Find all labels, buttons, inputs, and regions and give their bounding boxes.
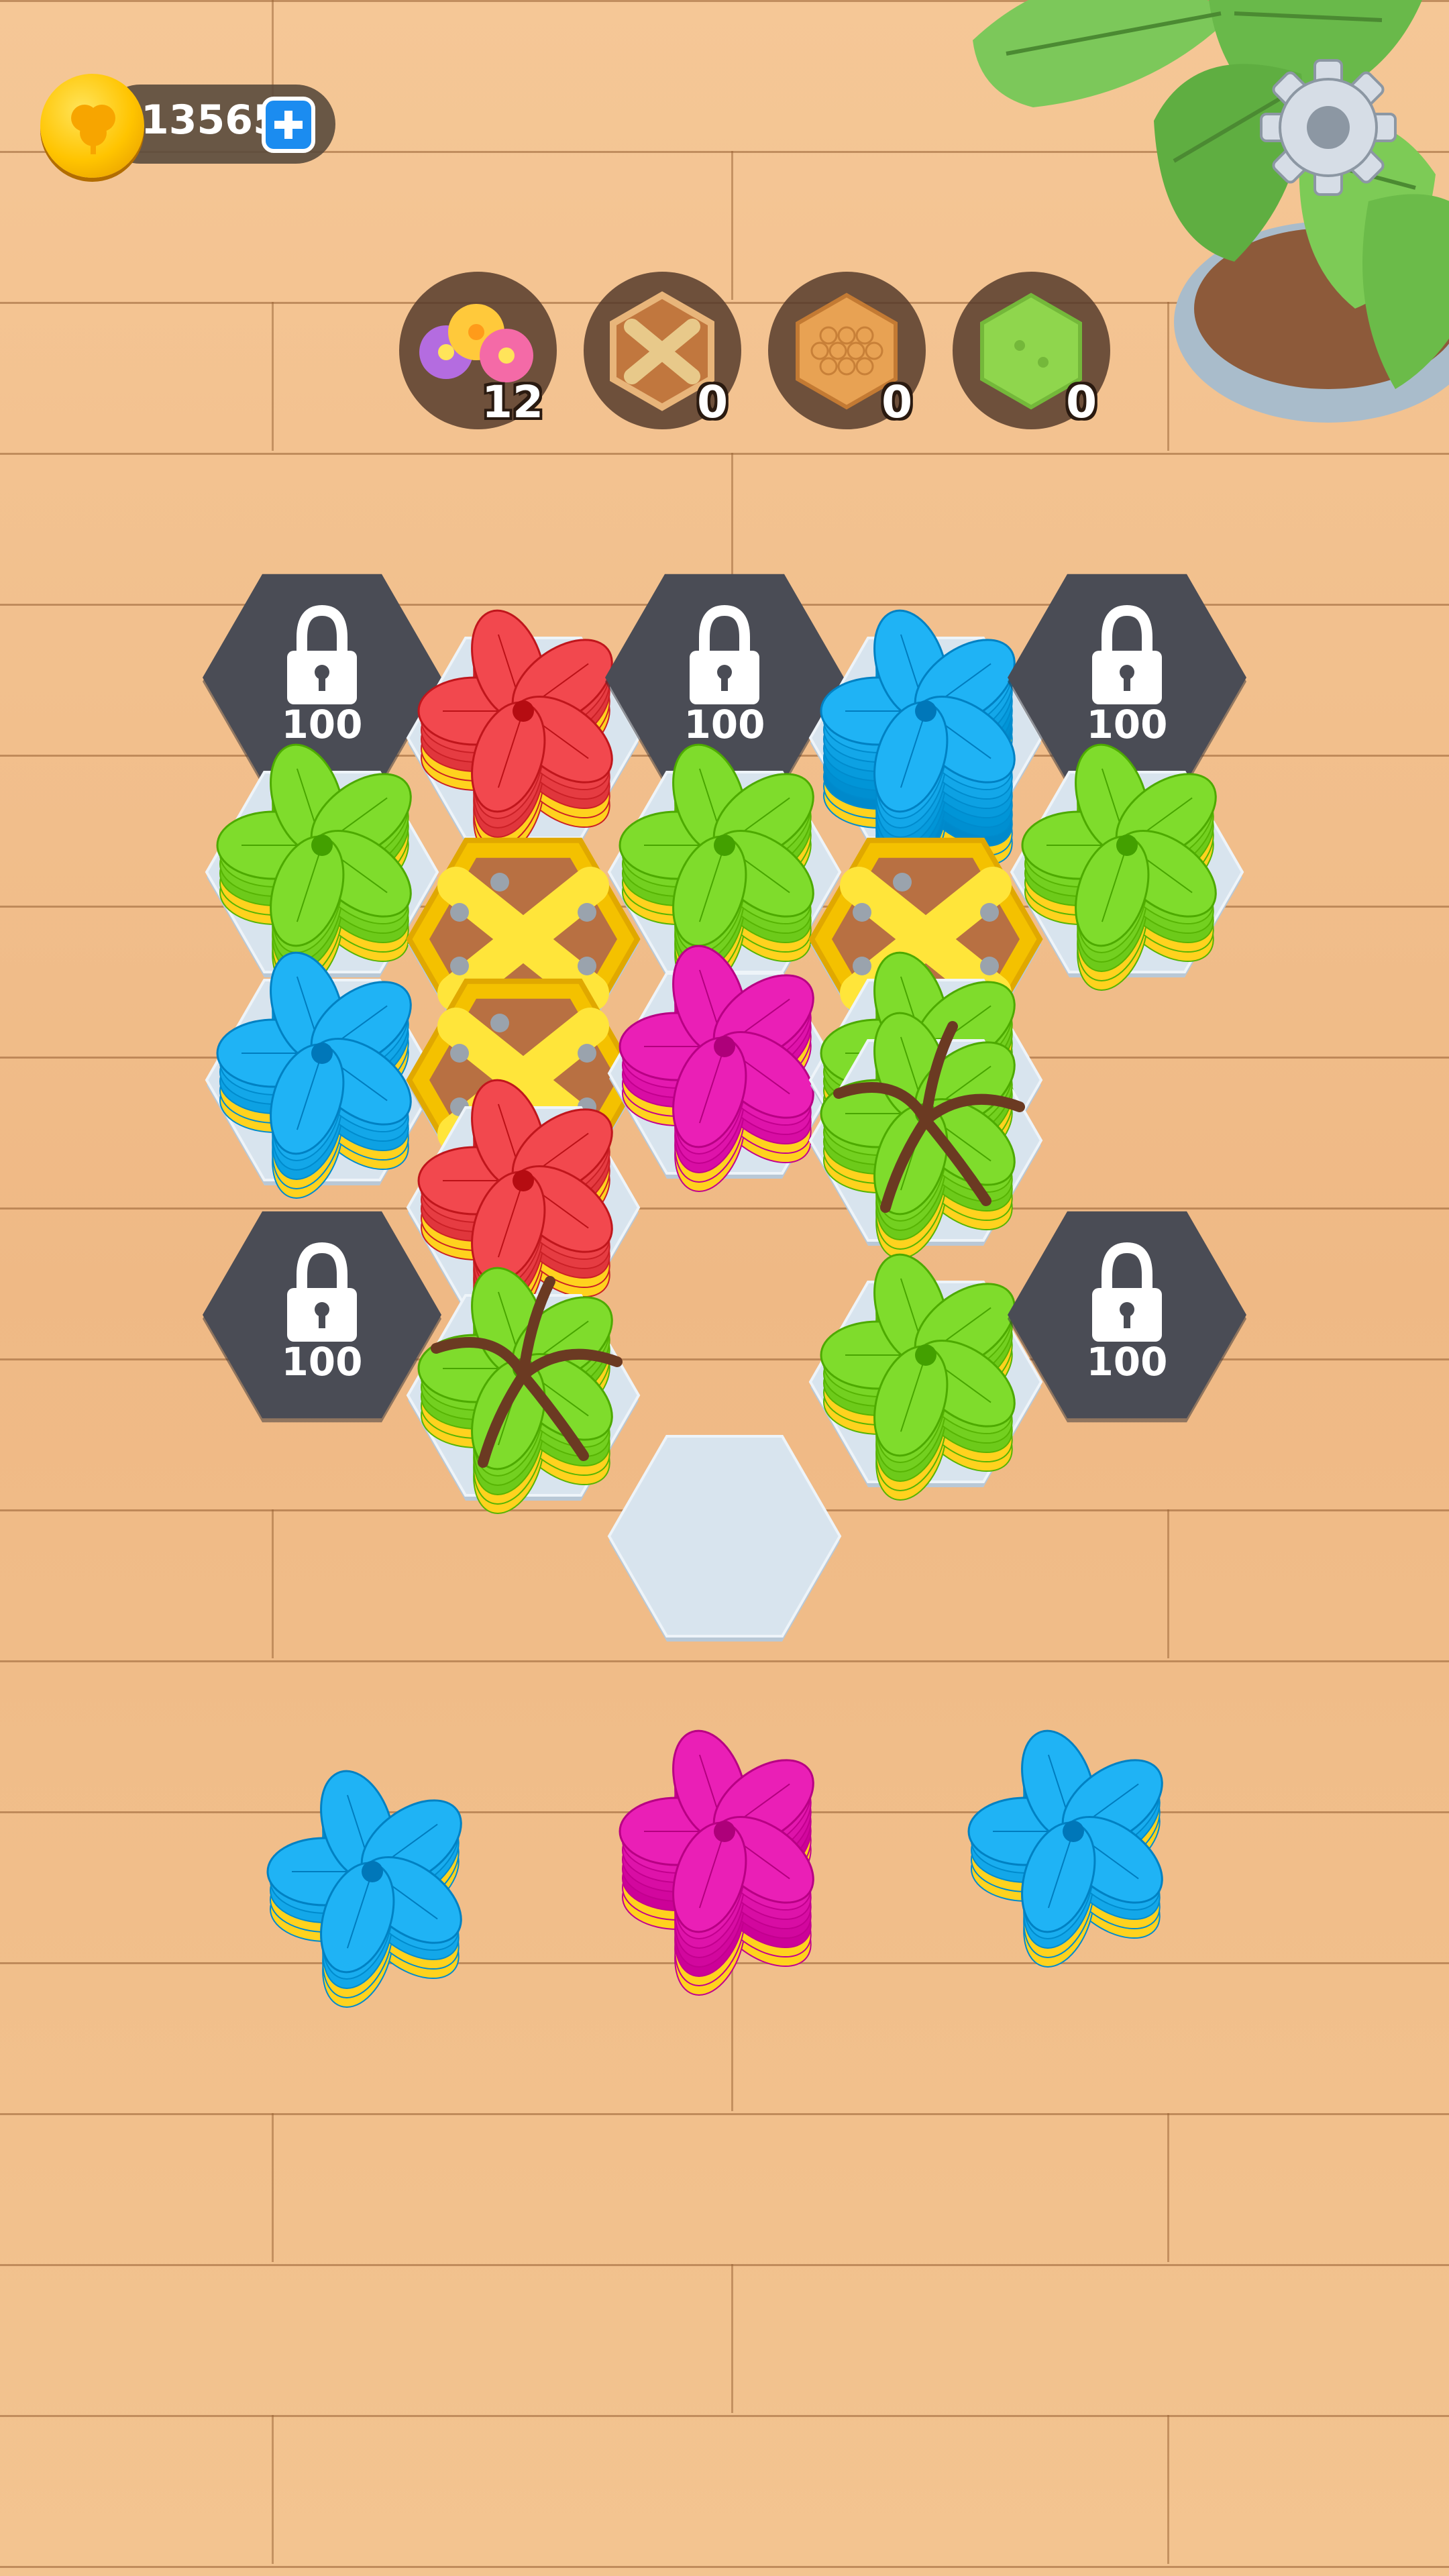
- tray-blue-flower-stack[interactable]: [967, 1721, 1178, 1976]
- board-cell[interactable]: [607, 1435, 842, 1642]
- unlock-price: 100: [684, 702, 765, 747]
- green-flower-stack[interactable]: [820, 1245, 1030, 1509]
- unlock-price: 100: [281, 1339, 362, 1385]
- board-cell[interactable]: [1010, 735, 1244, 999]
- board-cell[interactable]: [406, 601, 641, 865]
- board-cell[interactable]: 100: [1008, 574, 1246, 786]
- unlock-price: 100: [1086, 702, 1167, 747]
- board-cell[interactable]: 100: [605, 574, 844, 786]
- unlock-price: 100: [1086, 1339, 1167, 1385]
- green-flower-stack[interactable]: [216, 735, 427, 999]
- tray-blue-flower-stack[interactable]: [266, 1762, 477, 2016]
- empty-cell: [607, 1435, 842, 1638]
- board-cell[interactable]: 100: [203, 574, 441, 786]
- red-flower-stack[interactable]: [417, 601, 628, 865]
- board-cell[interactable]: 100: [203, 1211, 441, 1423]
- board-cell[interactable]: [808, 1245, 1043, 1509]
- board-cell[interactable]: [205, 735, 439, 999]
- hex-board: 100 100 100 100 100: [203, 574, 1246, 2016]
- board-cell[interactable]: [406, 1258, 641, 1522]
- tray-magenta-flower-stack[interactable]: [619, 1721, 829, 2004]
- magenta-flower-stack[interactable]: [619, 936, 829, 1200]
- board-cell[interactable]: [607, 936, 842, 1200]
- board-cell[interactable]: [205, 943, 439, 1207]
- blue-flower-stack[interactable]: [216, 943, 427, 1207]
- unlock-price: 100: [281, 702, 362, 747]
- board-cell[interactable]: 100: [1008, 1211, 1246, 1423]
- green-flower-stack[interactable]: [1021, 735, 1232, 999]
- green-flower-stack[interactable]: [417, 1258, 628, 1522]
